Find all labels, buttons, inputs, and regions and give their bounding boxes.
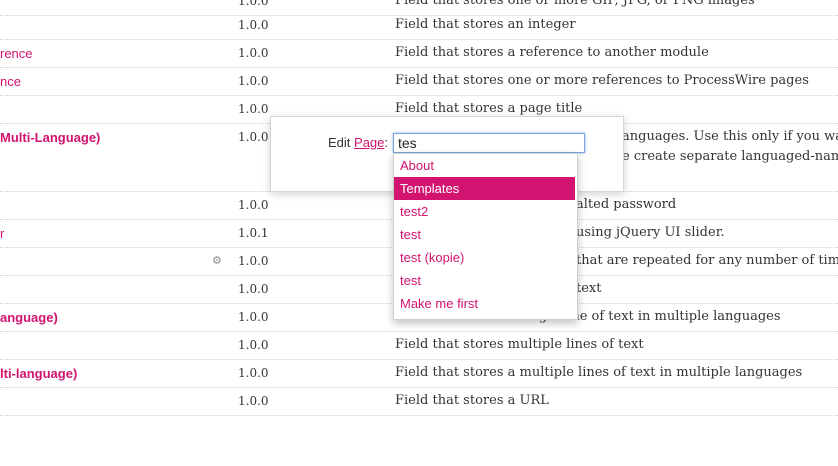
dropdown-option-make-me-first[interactable]: Make me first <box>394 292 575 315</box>
field-description: using jQuery UI slider. <box>576 225 725 240</box>
field-description: anguages. Use this only if you want ti <box>622 129 838 144</box>
field-version: 1.0.0 <box>238 74 269 88</box>
field-description: Field that stores multiple lines of text <box>395 337 644 352</box>
field-version: 1.0.0 <box>238 366 269 380</box>
table-row: rence 1.0.0 Field that stores an integer <box>0 12 838 40</box>
label-colon: : <box>384 135 389 150</box>
field-description: that are repeated for any number of time… <box>576 253 838 268</box>
dropdown-option-templates[interactable]: Templates <box>394 177 575 200</box>
field-name[interactable]: r <box>0 226 4 241</box>
autocomplete-dropdown: About Templates test2 test test (kopie) … <box>393 153 578 320</box>
field-description: Field that stores a page title <box>395 101 583 116</box>
dropdown-option-test-2[interactable]: test <box>394 269 575 292</box>
field-name[interactable]: lti-language) <box>0 366 77 381</box>
field-description: text <box>576 281 602 296</box>
field-name[interactable]: anguage) <box>0 310 58 325</box>
table-row: rence 1.0.0 Field that stores a referenc… <box>0 40 838 68</box>
field-version: 1.0.0 <box>238 254 269 268</box>
field-version: 1.0.0 <box>238 46 269 60</box>
table-row: 1.0.0 Field that stores a URL <box>0 388 838 416</box>
dropdown-option-test-kopie[interactable]: test (kopie) <box>394 246 575 269</box>
dropdown-option-about[interactable]: About <box>394 154 575 177</box>
field-description: Field that stores an integer <box>395 17 576 32</box>
field-description: Field that stores a URL <box>395 393 549 408</box>
field-version: 1.0.0 <box>238 282 269 296</box>
field-version: 1.0.0 <box>238 18 269 32</box>
page-search-input[interactable] <box>393 133 585 153</box>
field-version: 1.0.0 <box>238 102 269 116</box>
edit-page-label: Edit Page: <box>328 135 388 150</box>
field-version: 1.0.0 <box>238 310 269 324</box>
field-version: 1.0.1 <box>238 226 269 240</box>
field-description: Field that stores one or more GIF, JPG, … <box>395 0 755 8</box>
field-name[interactable]: rence <box>0 46 33 61</box>
field-version: 1.0.0 <box>238 0 269 8</box>
field-description-line2: e create separate languaged-named tit <box>622 149 838 164</box>
field-version: 1.0.0 <box>238 394 269 408</box>
dropdown-option-test2[interactable]: test2 <box>394 200 575 223</box>
edit-label-text: Edit <box>328 135 351 150</box>
field-description: Field that stores a multiple lines of te… <box>395 365 803 380</box>
page-link[interactable]: Page <box>354 135 384 150</box>
field-description: alted password <box>576 197 677 212</box>
field-description: Field that stores a reference to another… <box>395 45 709 60</box>
gear-icon: ⚙ <box>212 254 222 267</box>
table-row: 1.0.0 Field that stores multiple lines o… <box>0 332 838 360</box>
table-row: lti-language) 1.0.0 Field that stores a … <box>0 360 838 388</box>
table-row: nce 1.0.0 Field that stores one or more … <box>0 68 838 96</box>
field-name[interactable]: nce <box>0 74 21 89</box>
field-version: 1.0.0 <box>238 130 269 144</box>
field-name[interactable]: Multi-Language) <box>0 130 100 145</box>
field-version: 1.0.0 <box>238 338 269 352</box>
field-description: Field that stores one or more references… <box>395 73 809 88</box>
dropdown-option-test[interactable]: test <box>394 223 575 246</box>
field-version: 1.0.0 <box>238 198 269 212</box>
